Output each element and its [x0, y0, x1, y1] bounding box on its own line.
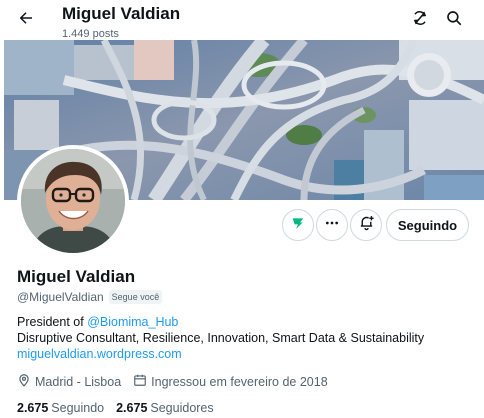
more-icon	[324, 215, 340, 236]
back-button[interactable]	[10, 4, 42, 36]
location-item: Madrid - Lisboa	[17, 373, 121, 391]
grok-icon	[290, 215, 306, 236]
avatar-photo	[21, 149, 125, 253]
bio-line-1: President of @Biomima_Hub	[17, 314, 477, 330]
page-title: Miguel Valdian	[62, 4, 181, 23]
search-button[interactable]	[438, 4, 470, 36]
header-title-block: Miguel Valdian 1.449 posts	[62, 4, 180, 41]
profile-stats: 2.675 Seguindo 2.675 Seguidores	[17, 400, 226, 416]
post-count: 1.449 posts	[62, 28, 119, 40]
following-button[interactable]: Seguindo	[386, 209, 469, 241]
arrow-left-icon	[17, 9, 35, 32]
bio-line-2: Disruptive Consultant, Resilience, Innov…	[17, 331, 425, 345]
bio-mention-link[interactable]: @Biomima_Hub	[87, 315, 178, 329]
bell-plus-icon	[358, 214, 375, 236]
handle-row: @MiguelValdian Segue você	[17, 289, 163, 305]
followers-label: Seguidores	[150, 401, 214, 415]
profile-name: Miguel Valdian	[17, 267, 136, 286]
profile-handle: @MiguelValdian	[17, 290, 104, 304]
notifications-button[interactable]	[350, 209, 382, 241]
refresh-icon	[411, 9, 429, 32]
more-button[interactable]	[316, 209, 348, 241]
refresh-button[interactable]	[404, 4, 436, 36]
following-label: Seguindo	[51, 401, 105, 415]
joined-item: Ingressou em fevereiro de 2018	[133, 373, 328, 391]
bio-prefix: President of	[17, 315, 88, 329]
followers-stat[interactable]: 2.675 Seguidores	[116, 400, 214, 416]
calendar-icon	[133, 373, 151, 391]
followers-count: 2.675	[116, 401, 148, 415]
profile-bio: President of @Biomima_Hub Disruptive Con…	[17, 314, 477, 362]
follows-you-badge: Segue você	[108, 290, 163, 304]
search-icon	[445, 9, 463, 32]
top-bar: Miguel Valdian 1.449 posts	[0, 0, 484, 40]
location-text: Madrid - Lisboa	[35, 375, 122, 389]
location-pin-icon	[17, 373, 35, 391]
grok-button[interactable]	[282, 209, 314, 241]
following-stat[interactable]: 2.675 Seguindo	[17, 400, 104, 416]
following-count: 2.675	[17, 401, 49, 415]
avatar[interactable]	[17, 145, 129, 257]
joined-text: Ingressou em fevereiro de 2018	[151, 375, 328, 389]
website-link[interactable]: miguelvaldian.wordpress.com	[17, 346, 477, 362]
profile-meta: Madrid - Lisboa Ingressou em fevereiro d…	[17, 373, 340, 391]
